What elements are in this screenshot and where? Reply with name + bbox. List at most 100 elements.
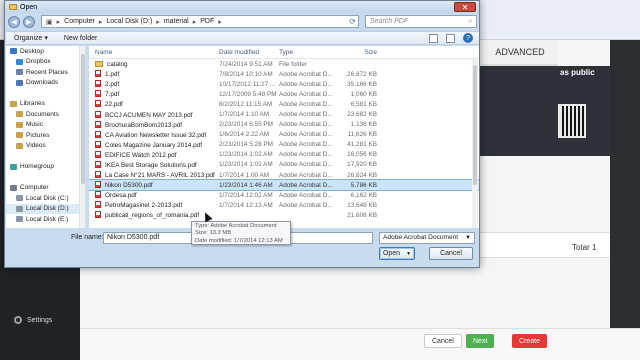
- nav-item-icon: [16, 58, 23, 65]
- nav-item[interactable]: Homegroup: [6, 162, 85, 173]
- nav-item[interactable]: Libraries: [6, 99, 85, 110]
- close-button[interactable]: ✕: [454, 2, 476, 12]
- nav-item-icon: [16, 111, 23, 118]
- file-row[interactable]: IKEA Best Storage Solutions.pdf 1/23/2014…: [89, 160, 479, 170]
- pdf-file-icon: [95, 150, 101, 158]
- file-name: PetroMagasinet 2-2013.pdf: [105, 202, 183, 210]
- nav-item[interactable]: Dropbox: [6, 57, 85, 68]
- file-row[interactable]: 22.pdf 8/2/2012 11:15 AM Adobe Acrobat D..…: [89, 99, 479, 109]
- file-row[interactable]: 1.pdf 7/8/2014 10:10 AM Adobe Acrobat D...…: [89, 69, 479, 79]
- file-row[interactable]: publicati_regions_of_romania.pdf 21,606 K…: [89, 210, 479, 220]
- help-icon[interactable]: ?: [463, 33, 473, 43]
- forward-arrow-icon[interactable]: ▶: [23, 15, 35, 28]
- nav-item-icon: [16, 69, 23, 76]
- navigation-pane: Desktop Dropbox Recent Places Downloads Libr…: [6, 46, 86, 228]
- file-row[interactable]: CA Aviation Newsletter Issue 32.pdf 1/6/2…: [89, 130, 479, 140]
- nav-item[interactable]: Computer: [6, 183, 85, 194]
- file-name: 7.pdf: [105, 91, 120, 99]
- nav-item[interactable]: Recent Places: [6, 67, 85, 78]
- navigation-bar: ◀ ▶ ▣ ▸ Computer ▸ Local Disk (D:) ▸ mat…: [5, 13, 479, 30]
- open-button-label: Open: [382, 250, 401, 257]
- file-list-scrollbar[interactable]: [472, 59, 478, 228]
- nav-item[interactable]: Pictures: [6, 130, 85, 141]
- nav-item[interactable]: Local Disk (D:): [6, 203, 85, 214]
- view-options-icon[interactable]: [429, 33, 438, 43]
- file-name: BrochuraBomBom2013.pdf: [105, 121, 183, 129]
- address-bar[interactable]: ▣ ▸ Computer ▸ Local Disk (D:) ▸ materia…: [41, 15, 359, 28]
- create-button[interactable]: Create: [512, 334, 548, 348]
- file-row[interactable]: BCCJ ACUMEN MAY 2013.pdf 1/7/2014 1:10 AM…: [89, 109, 479, 119]
- search-input[interactable]: Search PDF ⌕: [365, 15, 477, 28]
- background-cancel-button[interactable]: Cancel: [424, 334, 462, 348]
- file-row[interactable]: 2.pdf 10/17/2012 11:27 ... Adobe Acrobat D…: [89, 79, 479, 89]
- nav-scroll-thumb[interactable]: [81, 54, 85, 184]
- column-date[interactable]: Date modified: [219, 49, 279, 56]
- file-row[interactable]: Ordesa.pdf 1/7/2014 12:02 AM Adobe Acrobat…: [89, 190, 479, 200]
- file-list: Name Date modified Type Size catalog 7/24…: [89, 46, 479, 228]
- file-row[interactable]: catalog 7/24/2014 9:51 AM File folder: [89, 59, 479, 69]
- file-row[interactable]: Coles Magazine January 2014.pdf 2/23/2014…: [89, 140, 479, 150]
- breadcrumb-local-disk[interactable]: Local Disk (D:): [106, 18, 152, 25]
- nav-item[interactable]: Downloads: [6, 78, 85, 89]
- settings-nav-item[interactable]: Settings: [14, 316, 52, 324]
- file-row[interactable]: BrochuraBomBom2013.pdf 2/23/2014 6:55 PM A…: [89, 120, 479, 130]
- file-name-cell: 7.pdf: [89, 90, 219, 98]
- next-button[interactable]: Next: [466, 334, 495, 348]
- file-name: Ordesa.pdf: [105, 192, 137, 200]
- pdf-file-icon: [95, 191, 101, 199]
- file-row[interactable]: PetroMagasinet 2-2013.pdf 1/7/2014 12:13 …: [89, 200, 479, 210]
- file-row[interactable]: La Case N°21 MARS - AVRIL 2013.pdf 1/7/20…: [89, 170, 479, 180]
- tooltip-size: Size: 13.3 MB: [195, 230, 232, 237]
- column-size[interactable]: Size: [343, 49, 377, 56]
- file-row[interactable]: EDIFICE Watch 2012.pdf 1/23/2014 1:02 AM A…: [89, 150, 479, 160]
- filetype-value: Adobe Acrobat Document: [383, 234, 459, 241]
- tab-advanced[interactable]: ADVANCED: [482, 40, 558, 66]
- file-date: 12/17/2009 5:48 PM: [219, 90, 277, 98]
- pdf-file-icon: [95, 211, 101, 219]
- file-size: 1,136 KB: [350, 121, 377, 129]
- file-size: 41,281 KB: [347, 141, 377, 149]
- back-arrow-icon[interactable]: ◀: [8, 15, 20, 28]
- cancel-button[interactable]: Cancel: [429, 247, 473, 260]
- nav-item-label: Downloads: [26, 79, 59, 87]
- file-row[interactable]: 7.pdf 12/17/2009 5:48 PM Adobe Acrobat D..…: [89, 89, 479, 99]
- total-value: 1: [592, 243, 597, 252]
- nav-item: [6, 151, 85, 162]
- column-name[interactable]: Name: [89, 49, 219, 56]
- nav-item[interactable]: Documents: [6, 109, 85, 120]
- nav-item-label: Desktop: [20, 47, 44, 55]
- breadcrumb-pdf[interactable]: PDF: [200, 18, 214, 25]
- nav-item[interactable]: Local Disk (C:): [6, 193, 85, 204]
- file-size: 35,166 KB: [347, 80, 377, 88]
- nav-item-label: Music: [26, 121, 43, 129]
- nav-item[interactable]: Music: [6, 120, 85, 131]
- nav-item[interactable]: Videos: [6, 141, 85, 152]
- file-size: 23,682 KB: [347, 111, 377, 119]
- column-type[interactable]: Type: [279, 49, 343, 56]
- file-size: 16,056 KB: [347, 151, 377, 159]
- file-date: 7/8/2014 10:10 AM: [219, 70, 273, 78]
- nav-item[interactable]: Desktop: [6, 46, 85, 57]
- file-name: 22.pdf: [105, 101, 123, 109]
- file-row[interactable]: Nikon D5300.pdf 1/23/2014 1:46 AM Adobe Ac…: [89, 179, 479, 192]
- file-date: 8/2/2012 11:15 AM: [219, 100, 273, 108]
- open-button[interactable]: Open ▼: [379, 247, 415, 260]
- breadcrumb-material[interactable]: material: [164, 18, 189, 25]
- preview-pane-icon[interactable]: [446, 33, 455, 43]
- file-list-scroll-thumb[interactable]: [473, 65, 477, 185]
- file-type: Adobe Acrobat D...: [279, 90, 333, 98]
- nav-scrollbar[interactable]: [79, 46, 85, 228]
- file-name-cell: BCCJ ACUMEN MAY 2013.pdf: [89, 110, 219, 119]
- new-folder-button[interactable]: New folder: [64, 35, 97, 42]
- file-size: 26,824 KB: [347, 171, 377, 179]
- nav-item-label: Dropbox: [26, 58, 51, 66]
- breadcrumb-computer[interactable]: Computer: [64, 18, 95, 25]
- filetype-select[interactable]: Adobe Acrobat Document ▼: [379, 232, 475, 244]
- refresh-icon[interactable]: ⟳: [349, 17, 356, 26]
- pdf-file-icon: [95, 70, 101, 78]
- organize-menu[interactable]: Organize ▾: [14, 34, 48, 42]
- nav-item[interactable]: Local Disk (E:): [6, 214, 85, 225]
- file-name-cell: 2.pdf: [89, 80, 219, 88]
- file-size: 13,648 KB: [347, 201, 377, 209]
- file-name-cell: BrochuraBomBom2013.pdf: [89, 120, 219, 129]
